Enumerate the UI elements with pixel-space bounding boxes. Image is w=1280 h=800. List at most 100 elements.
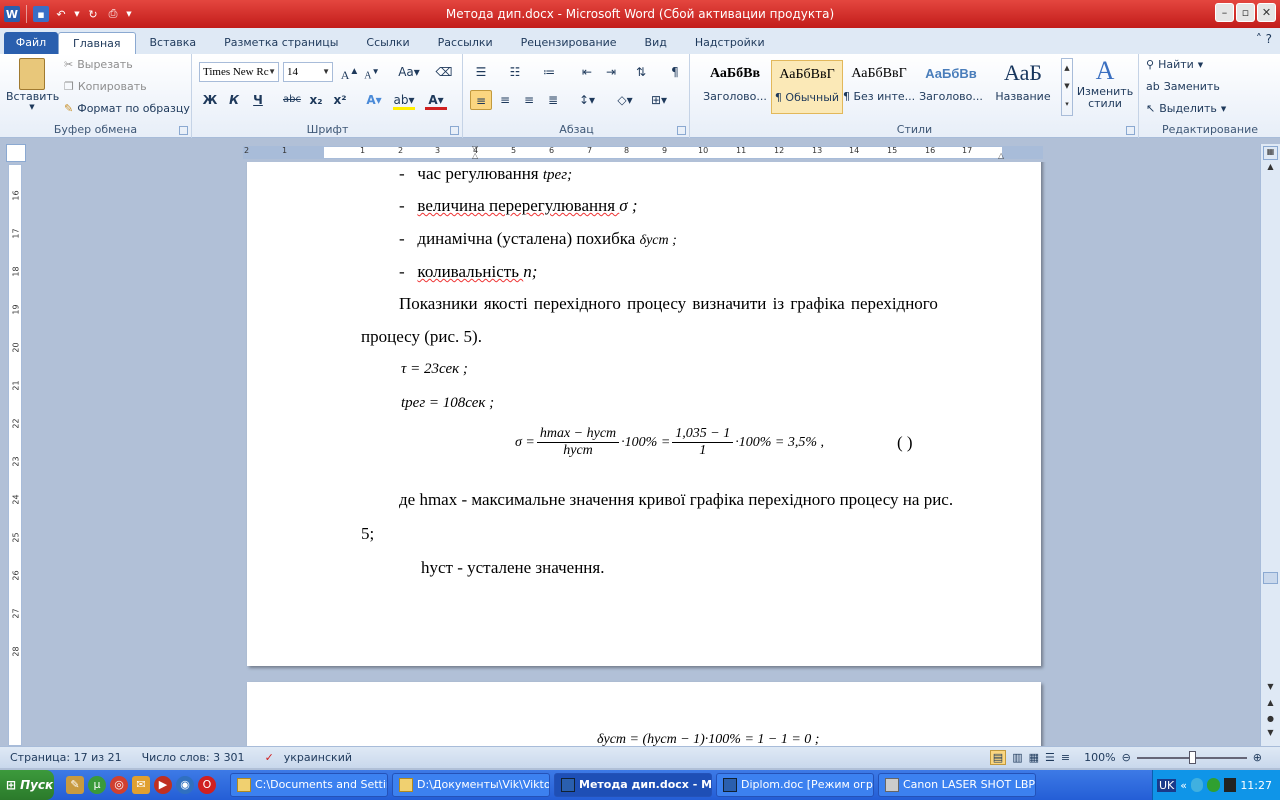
change-styles-button[interactable]: A Изменить стили [1075,56,1135,110]
opera-icon[interactable]: O [198,776,216,794]
messenger-icon[interactable]: ✉ [132,776,150,794]
draft-icon[interactable]: ≡ [1061,751,1070,764]
zoom-slider-knob[interactable] [1188,750,1196,764]
increase-indent-button[interactable]: ⇥ [600,62,622,82]
paste-button[interactable]: Вставить ▼ [6,58,59,111]
print-preview-icon[interactable]: ⎙ [105,6,121,22]
align-center-button[interactable]: ≡ [494,90,516,110]
text-effects-button[interactable]: A▾ [363,90,385,110]
subscript-button[interactable]: x₂ [305,90,327,110]
ruler-toggle-icon[interactable]: ▦ [1263,146,1278,160]
line-spacing-button[interactable]: ↕▾ [576,90,598,110]
proofing-icon[interactable]: ✓ [255,751,284,764]
customize-qat-icon[interactable]: ▼ [125,6,133,22]
italic-button[interactable]: К [223,90,245,110]
scroll-down-button[interactable]: ▼ [1263,682,1278,696]
vertical-scrollbar[interactable]: ▦ ▲ ▼ ▲ ● ▼ [1260,144,1280,746]
borders-button[interactable]: ⊞▾ [648,90,670,110]
page-17[interactable]: - час регулювання tрег; - величина перер… [247,162,1041,666]
taskbar-item[interactable]: Canon LASER SHOT LBP-... [878,773,1036,797]
zoom-level[interactable]: 100% [1084,751,1115,764]
multilevel-list-button[interactable]: ≔ [538,62,560,82]
chrome-icon[interactable]: ◎ [110,776,128,794]
outline-icon[interactable]: ☰ [1045,751,1055,764]
font-color-button[interactable]: A▾ [425,90,447,110]
start-button[interactable]: ⊞ Пуск [0,770,54,800]
right-indent-marker[interactable]: △ [998,151,1004,160]
bold-button[interactable]: Ж [199,90,221,110]
antivirus-icon[interactable] [1207,778,1220,792]
strikethrough-button[interactable]: abc [281,90,303,110]
sort-button[interactable]: ⇅ [630,62,652,82]
close-button[interactable]: ✕ [1257,3,1276,22]
font-name-combo[interactable]: Times New Rc ▼ [199,62,279,82]
bullets-button[interactable]: ☰ [470,62,492,82]
shrink-font-button[interactable]: A▼ [361,62,383,82]
show-marks-button[interactable]: ¶ [664,62,686,82]
media-player-icon[interactable]: ▶ [154,776,172,794]
redo-icon[interactable]: ↻ [85,6,101,22]
tab-references[interactable]: Ссылки [352,32,423,54]
tab-file[interactable]: Файл [4,32,58,54]
undo-icon[interactable]: ↶ [53,6,69,22]
zoom-slider[interactable] [1136,750,1247,764]
tab-review[interactable]: Рецензирование [507,32,631,54]
font-size-combo[interactable]: 14 ▼ [283,62,333,82]
show-hidden-icons[interactable]: « [1180,779,1187,792]
justify-button[interactable]: ≣ [542,90,564,110]
undo-dropdown-icon[interactable]: ▼ [73,6,81,22]
format-painter-button[interactable]: ✎ Формат по образцу [64,102,190,115]
grow-font-button[interactable]: A▲ [339,62,361,82]
taskbar-item-active[interactable]: Метода дип.docx - M... [554,773,712,797]
tab-insert[interactable]: Вставка [136,32,211,54]
clipboard-launcher[interactable] [179,126,188,135]
left-indent-marker[interactable]: △ [472,151,478,160]
underline-button[interactable]: Ч [247,90,269,110]
taskbar-item[interactable]: Diplom.doc [Режим огра... [716,773,874,797]
scroll-up-button[interactable]: ▲ [1263,162,1278,176]
document-area[interactable]: - час регулювання tрег; - величина перер… [26,162,1258,746]
numbering-button[interactable]: ☷ [504,62,526,82]
tab-home[interactable]: Главная [58,32,136,54]
word-count[interactable]: Число слов: 3 301 [132,751,255,764]
font-launcher[interactable] [450,126,459,135]
style-heading-2[interactable]: АаБбВв Заголово... [915,60,987,114]
style-no-spacing[interactable]: АаБбВвГ ¶ Без инте... [843,60,915,114]
horizontal-ruler[interactable]: 2 1 1 2 3 4 5 6 7 8 9 10 11 12 13 14 15 … [243,144,1043,160]
change-case-button[interactable]: Aa▾ [395,62,423,82]
restore-button[interactable]: ▫ [1236,3,1255,22]
superscript-button[interactable]: x² [329,90,351,110]
align-right-button[interactable]: ≡ [518,90,540,110]
styles-scroll[interactable]: ▲ ▼ ▾ [1061,58,1073,116]
select-button[interactable]: ↖ Выделить ▼ [1146,102,1226,115]
style-normal[interactable]: АаБбВвГ ¶ Обычный [771,60,843,114]
web-layout-icon[interactable]: ▦ [1029,751,1039,764]
clock[interactable]: 11:27 [1240,779,1272,792]
shading-button[interactable]: ◇▾ [614,90,636,110]
style-title[interactable]: АаБ Название [987,60,1059,114]
browser-icon[interactable]: ◉ [176,776,194,794]
save-icon[interactable]: ▪ [33,6,49,22]
word-app-icon[interactable]: W [4,6,20,22]
language-indicator[interactable]: украинский [284,751,362,764]
next-page-button[interactable]: ▼ [1263,728,1278,742]
highlight-button[interactable]: ab▾ [393,90,415,110]
network-icon[interactable] [1191,778,1204,792]
language-indicator-tray[interactable]: UK [1157,778,1177,792]
tab-mailings[interactable]: Рассылки [424,32,507,54]
clear-formatting-button[interactable]: ⌫ [433,62,455,82]
style-heading-1[interactable]: АаБбВв Заголово... [699,60,771,114]
scroll-thumb[interactable] [1263,572,1278,584]
vertical-ruler[interactable]: 16 17 18 19 20 21 22 23 24 25 26 27 28 [8,164,22,746]
utorrent-icon[interactable]: µ [88,776,106,794]
page-18[interactable]: δуст = (hуст − 1)·100% = 1 − 1 = 0 ; [247,682,1041,746]
styles-launcher[interactable] [1126,126,1135,135]
full-screen-reading-icon[interactable]: ▥ [1012,751,1022,764]
tray-app-icon[interactable] [1223,778,1237,792]
cut-button[interactable]: ✂ Вырезать [64,58,133,71]
browse-object-button[interactable]: ● [1263,714,1278,728]
print-layout-icon[interactable]: ▤ [989,750,1007,765]
taskbar-item[interactable]: C:\Documents and Settin... [230,773,388,797]
taskbar-item[interactable]: D:\Документы\Vik\Vikto... [392,773,550,797]
copy-button[interactable]: ❐ Копировать [64,80,147,93]
